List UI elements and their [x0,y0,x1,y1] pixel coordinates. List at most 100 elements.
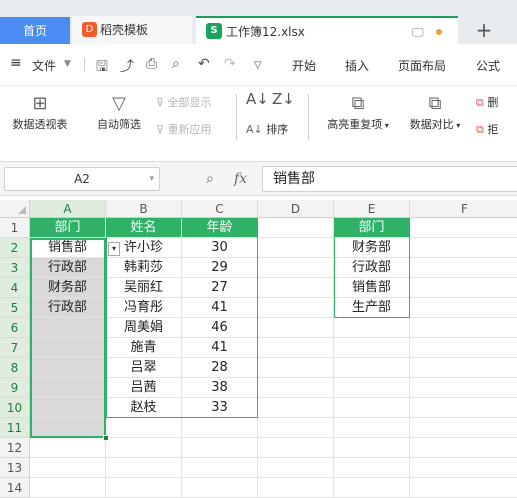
highlight-duplicates-button[interactable]: ⧉ 高亮重复项 ▾ [318,92,398,132]
table-cell[interactable]: 30 [182,238,258,258]
grid-cell[interactable] [182,438,258,458]
row-header-8[interactable]: 8 [0,358,30,378]
grid-cell[interactable] [410,418,517,438]
grid-cell[interactable] [258,478,334,498]
grid-cell[interactable] [410,258,517,278]
grid-cell[interactable] [182,458,258,478]
data-compare-button[interactable]: ⧉ 数据对比 ▾ [402,92,468,132]
grid-cell[interactable] [258,238,334,258]
grid-cell[interactable] [106,458,182,478]
table-cell[interactable]: 38 [182,378,258,398]
table-cell[interactable]: 行政部 [30,258,106,278]
table-cell[interactable]: 销售部 [334,278,410,298]
row-header-4[interactable]: 4 [0,278,30,298]
grid-cell[interactable] [258,278,334,298]
grid-cell[interactable] [334,418,410,438]
delete-duplicates-button[interactable]: ⧉ 删 [476,94,498,110]
row-header-3[interactable]: 3 [0,258,30,278]
grid-cell[interactable] [258,318,334,338]
table-cell[interactable]: 韩莉莎 [106,258,182,278]
grid-cell[interactable] [258,298,334,318]
sort-descending-icon[interactable]: Z↓ [272,90,295,108]
row-header-5[interactable]: 5 [0,298,30,318]
row-header-2[interactable]: 2 [0,238,30,258]
grid-cell[interactable] [182,418,258,438]
grid-cell[interactable] [30,458,106,478]
table-cell[interactable]: 41 [182,298,258,318]
grid-cell[interactable] [410,338,517,358]
column-header-d[interactable]: D [258,200,334,218]
table-header-cell[interactable]: 部门 [30,218,106,238]
new-tab-button[interactable]: + [472,16,496,44]
table-header-cell[interactable]: 部门 [334,218,410,238]
table-cell[interactable]: 41 [182,338,258,358]
print-preview-icon[interactable]: ⌕ [172,56,180,72]
table-cell[interactable]: 周美娟 [106,318,182,338]
row-header-9[interactable]: 9 [0,378,30,398]
formula-input[interactable]: 销售部 [262,166,517,192]
grid-cell[interactable] [410,298,517,318]
chevron-down-icon[interactable]: ▾ [149,168,154,190]
grid-cell[interactable] [30,378,106,398]
table-cell[interactable]: 行政部 [334,258,410,278]
grid-cell[interactable] [30,398,106,418]
grid-cell[interactable] [410,478,517,498]
menu-formula[interactable]: 公式 [476,57,500,74]
table-cell[interactable]: 赵枝 [106,398,182,418]
undo-icon[interactable]: ↶ [198,56,210,72]
table-cell[interactable]: 行政部 [30,298,106,318]
save-icon[interactable]: 🖫 [96,56,108,80]
grid-cell[interactable] [410,318,517,338]
table-cell[interactable]: 冯育彤 [106,298,182,318]
table-cell[interactable]: 吴丽红 [106,278,182,298]
column-header-b[interactable]: B [106,200,182,218]
table-cell[interactable]: 生产部 [334,298,410,318]
chevron-down-icon[interactable]: ▽ [254,60,262,71]
pivot-table-button[interactable]: ⊞ 数据透视表 [6,92,74,132]
table-cell[interactable]: 33 [182,398,258,418]
column-header-a[interactable]: A [30,200,106,218]
grid-cell[interactable] [258,218,334,238]
grid-cell[interactable] [106,478,182,498]
table-cell[interactable]: 28 [182,358,258,378]
grid-cell[interactable] [258,338,334,358]
filter-dropdown-icon[interactable]: ▾ [108,242,120,256]
grid-cell[interactable] [258,418,334,438]
chevron-down-icon[interactable]: ▼ [64,59,71,69]
tab-templates[interactable]: D 稻壳模板 [72,16,192,44]
grid-cell[interactable] [410,398,517,418]
grid-cell[interactable] [410,438,517,458]
grid-cell[interactable] [410,378,517,398]
grid-cell[interactable] [258,458,334,478]
table-cell[interactable]: 吕翠 [106,358,182,378]
grid-cell[interactable] [258,438,334,458]
select-all-corner[interactable] [0,200,30,218]
row-header-1[interactable]: 1 [0,218,30,238]
export-icon[interactable]: ⤴ [120,56,134,76]
row-header-10[interactable]: 10 [0,398,30,418]
grid-cell[interactable] [258,358,334,378]
grid-cell[interactable] [334,458,410,478]
grid-cell[interactable] [334,338,410,358]
column-header-e[interactable]: E [334,200,410,218]
grid-cell[interactable] [334,438,410,458]
redo-icon[interactable]: ↷ [224,56,236,72]
grid-cell[interactable] [182,478,258,498]
grid-cell[interactable] [410,458,517,478]
grid-cell[interactable] [410,278,517,298]
grid-cell[interactable] [410,358,517,378]
table-cell[interactable]: 销售部 [30,238,106,258]
row-header-6[interactable]: 6 [0,318,30,338]
table-cell[interactable]: 46 [182,318,258,338]
hamburger-icon[interactable]: ≡ [10,55,22,71]
grid-cell[interactable] [334,318,410,338]
menu-insert[interactable]: 插入 [345,57,369,74]
grid-cell[interactable] [30,418,106,438]
reject-duplicates-button[interactable]: ⧉ 拒 [476,121,498,137]
print-icon[interactable]: ⎙ [146,56,157,72]
tab-workbook[interactable]: S 工作簿12.xlsx 🖵 [196,16,458,44]
sort-button[interactable]: A↓ 排序 [246,121,288,137]
grid-cell[interactable] [334,398,410,418]
menu-file[interactable]: 文件 [32,57,56,74]
table-cell[interactable]: 吕茜 [106,378,182,398]
